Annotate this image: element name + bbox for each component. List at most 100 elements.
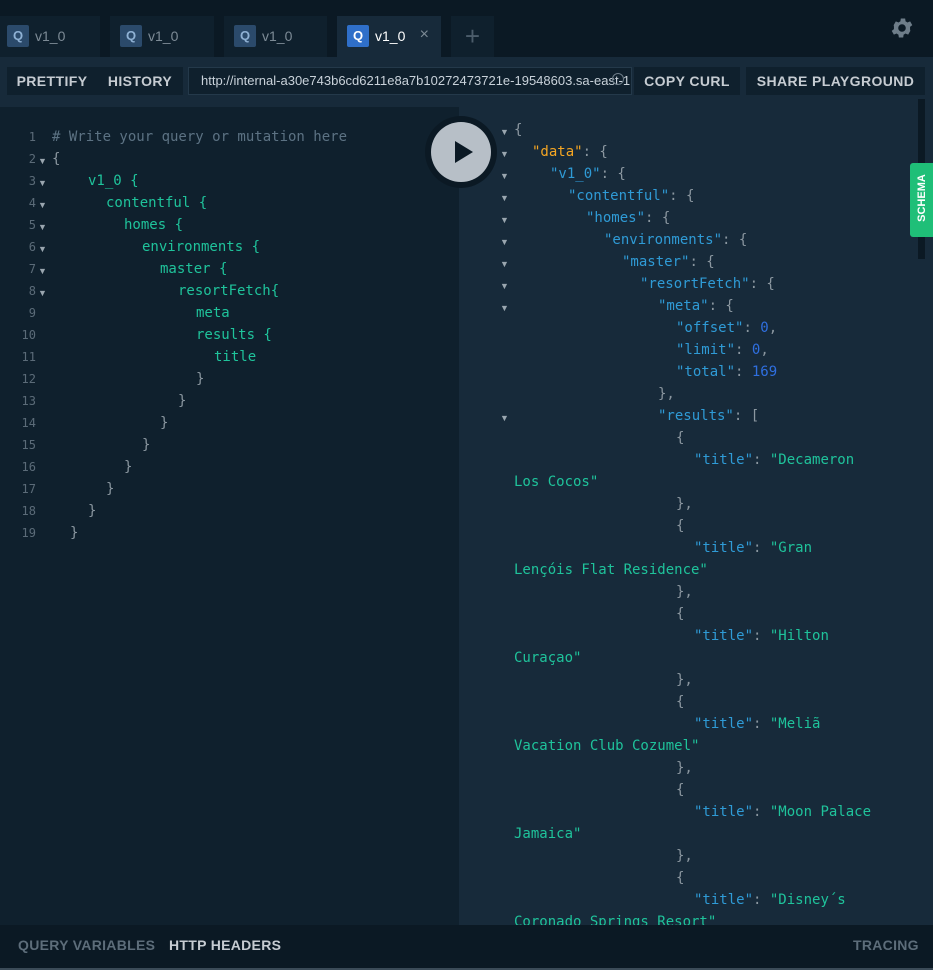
result-token: : — [735, 364, 752, 380]
result-token: { — [676, 606, 685, 622]
copy-curl-button[interactable]: COPY CURL — [634, 67, 740, 95]
line-number: 12 — [21, 372, 36, 386]
fold-arrow-icon[interactable]: ▼ — [38, 244, 47, 254]
line-number: 4 — [28, 196, 36, 210]
circle-icon[interactable] — [612, 73, 624, 85]
execute-query-button[interactable] — [425, 116, 497, 188]
result-token: Los Cocos" — [514, 474, 599, 490]
close-icon[interactable]: × — [420, 26, 429, 44]
query-editor[interactable] — [0, 107, 459, 925]
result-token: "Meliã — [769, 716, 821, 732]
result-token: : { — [749, 276, 775, 292]
result-token: "resortFetch" — [640, 276, 750, 292]
code-line: environments { — [142, 239, 261, 255]
tab[interactable]: Q v1_0 — [110, 16, 214, 57]
result-token: "title" — [694, 892, 754, 908]
line-number: 11 — [21, 350, 36, 364]
result-line: "total": 169 — [676, 364, 777, 380]
plus-icon[interactable]: + — [451, 16, 494, 57]
query-variables-tab[interactable]: QUERY VARIABLES — [18, 937, 155, 953]
result-line: { — [676, 870, 684, 886]
result-line: "homes": { — [586, 210, 670, 226]
line-number: 7 — [28, 262, 36, 276]
result-token: : — [753, 628, 770, 644]
code-line: } — [160, 415, 169, 431]
result-line: }, — [676, 760, 693, 776]
result-line: Jamaica" — [514, 826, 581, 842]
result-token: "title" — [694, 452, 754, 468]
result-token: : [ — [733, 408, 760, 424]
result-token: : { — [722, 232, 748, 248]
result-token: : — [753, 452, 770, 468]
tab-active[interactable]: Q v1_0 × — [337, 16, 441, 57]
line-number: 5 — [28, 218, 36, 232]
code-line: v1_0 { — [88, 173, 139, 189]
result-line: { — [676, 518, 684, 534]
result-token: "Decameron — [769, 452, 855, 468]
result-token: 169 — [751, 364, 778, 380]
result-token: }, — [676, 496, 693, 512]
tab[interactable]: Q v1_0 — [224, 16, 327, 57]
tab-label: v1_0 — [35, 28, 66, 44]
result-token: "Disney´s — [769, 892, 846, 908]
result-token: }, — [676, 584, 693, 600]
play-button-face[interactable] — [431, 122, 491, 182]
fold-arrow-icon[interactable]: ▼ — [500, 149, 509, 159]
fold-arrow-icon[interactable]: ▼ — [38, 200, 47, 210]
fold-arrow-icon[interactable]: ▼ — [38, 178, 47, 188]
result-line: "resortFetch": { — [640, 276, 775, 292]
result-line: "title": "Meliã — [694, 716, 820, 732]
fold-arrow-icon[interactable]: ▼ — [500, 237, 509, 247]
result-pane[interactable] — [459, 99, 933, 925]
fold-arrow-icon[interactable]: ▼ — [500, 215, 509, 225]
fold-arrow-icon[interactable]: ▼ — [38, 266, 47, 276]
code-line: } — [142, 437, 151, 453]
fold-arrow-icon[interactable]: ▼ — [500, 193, 509, 203]
result-line: Vacation Club Cozumel" — [514, 738, 699, 754]
code-line: } — [196, 371, 205, 387]
result-token: : — [743, 320, 761, 336]
result-token: "results" — [658, 408, 734, 424]
prettify-button[interactable]: PRETTIFY — [7, 67, 97, 95]
share-playground-button[interactable]: SHARE PLAYGROUND — [746, 67, 925, 95]
result-token: Curaçao" — [514, 650, 582, 666]
query-tab-icon: Q — [234, 25, 256, 47]
fold-arrow-icon[interactable]: ▼ — [38, 222, 47, 232]
result-token: : — [753, 804, 770, 820]
line-number: 17 — [21, 482, 36, 496]
result-line: { — [676, 694, 684, 710]
fold-arrow-icon[interactable]: ▼ — [38, 288, 47, 298]
endpoint-url-input[interactable]: http://internal-a30e743b6cd6211e8a7b1027… — [188, 67, 632, 95]
schema-label: SCHEMA — [916, 174, 928, 222]
code-line: title — [214, 349, 257, 365]
fold-arrow-icon[interactable]: ▼ — [500, 413, 509, 423]
result-line: "title": "Hilton — [694, 628, 829, 644]
history-button[interactable]: HISTORY — [97, 67, 183, 95]
schema-tab[interactable]: SCHEMA — [910, 163, 933, 237]
fold-arrow-icon[interactable]: ▼ — [500, 171, 509, 181]
line-number: 6 — [28, 240, 36, 254]
result-line: "contentful": { — [568, 188, 694, 204]
result-token: "Gran — [769, 540, 813, 556]
result-token: { — [676, 518, 685, 534]
fold-arrow-icon[interactable]: ▼ — [500, 303, 509, 313]
code-line: } — [106, 481, 115, 497]
code-line: } — [124, 459, 133, 475]
code-line: resortFetch{ — [178, 283, 280, 299]
result-line: "master": { — [622, 254, 715, 270]
tab[interactable]: Q v1_0 — [0, 16, 100, 57]
result-token: "offset" — [676, 320, 744, 336]
gear-icon[interactable] — [889, 15, 915, 41]
fold-arrow-icon[interactable]: ▼ — [500, 281, 509, 291]
line-number: 19 — [21, 526, 36, 540]
fold-arrow-icon[interactable]: ▼ — [500, 127, 509, 137]
result-line: "title": "Decameron — [694, 452, 854, 468]
result-token: { — [676, 782, 685, 798]
tracing-button[interactable]: TRACING — [853, 937, 919, 953]
http-headers-tab[interactable]: HTTP HEADERS — [169, 937, 281, 953]
result-token: "meta" — [658, 298, 709, 314]
result-line: }, — [676, 584, 693, 600]
result-token: }, — [676, 672, 693, 688]
fold-arrow-icon[interactable]: ▼ — [38, 156, 47, 166]
fold-arrow-icon[interactable]: ▼ — [500, 259, 509, 269]
